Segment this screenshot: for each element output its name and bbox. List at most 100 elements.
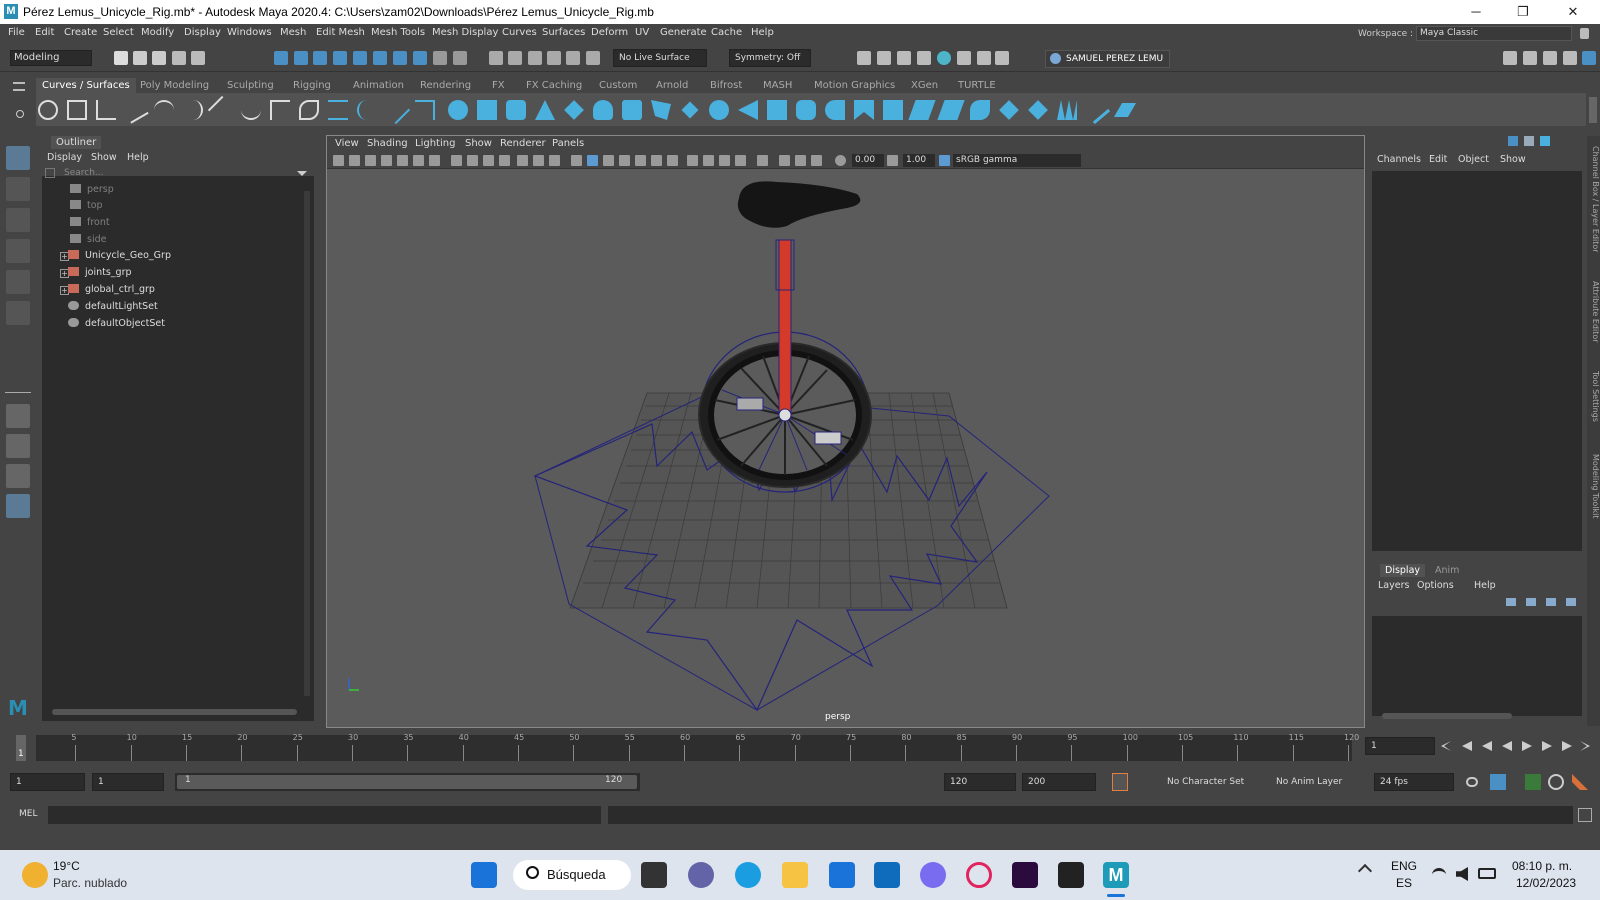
- save-scene-icon[interactable]: [152, 51, 166, 65]
- store-icon[interactable]: [874, 862, 900, 888]
- shelf-tab-motion-graphics[interactable]: Motion Graphics: [814, 80, 895, 91]
- outliner-item-side[interactable]: side: [70, 232, 106, 248]
- weather-icon[interactable]: [22, 862, 48, 888]
- outliner-vscroll[interactable]: [304, 191, 310, 696]
- xray-icon[interactable]: [757, 155, 768, 166]
- move-tool-icon[interactable]: [6, 239, 30, 263]
- birail-icon[interactable]: [738, 100, 758, 120]
- vp-menu-show[interactable]: Show: [465, 138, 492, 149]
- outliner-item-global-ctrl-grp[interactable]: global_ctrl_grp: [68, 282, 155, 298]
- workspace-select[interactable]: Maya Classic: [1416, 26, 1572, 41]
- menu-edit-mesh[interactable]: Edit Mesh: [316, 27, 365, 38]
- viewport-panel[interactable]: View Shading Lighting Show Renderer Pane…: [326, 135, 1365, 728]
- menu-help[interactable]: Help: [751, 27, 774, 38]
- outliner-item-top[interactable]: top: [70, 198, 103, 214]
- weather-temp[interactable]: 19°C: [53, 859, 80, 873]
- wireframe-icon[interactable]: [549, 155, 560, 166]
- xray-components-icon[interactable]: [795, 155, 806, 166]
- search-dropdown-icon[interactable]: [297, 171, 307, 176]
- paint-select-icon[interactable]: [6, 208, 30, 232]
- exposure-field[interactable]: 0.00: [852, 154, 884, 167]
- highlight-icon[interactable]: [453, 51, 467, 65]
- render-view-icon[interactable]: [857, 51, 871, 65]
- chevron-up-icon[interactable]: [1357, 863, 1373, 879]
- step-back-frame-icon[interactable]: [1482, 741, 1492, 751]
- gamma-field[interactable]: 1.00: [903, 154, 935, 167]
- vp-menu-lighting[interactable]: Lighting: [415, 138, 455, 149]
- textured-icon[interactable]: [619, 155, 630, 166]
- user-account-button[interactable]: SAMUEL PEREZ LEMU: [1045, 50, 1170, 68]
- lock-icon[interactable]: [1580, 28, 1589, 39]
- planar-icon[interactable]: [681, 101, 699, 119]
- outliner-item-unicycle-geo-grp[interactable]: Unicycle_Geo_Grp: [68, 248, 171, 264]
- lock-selection-icon[interactable]: [433, 51, 447, 65]
- extrude-icon[interactable]: [709, 100, 729, 120]
- mail-icon[interactable]: [829, 862, 855, 888]
- nurbs-torus-icon[interactable]: [593, 100, 613, 120]
- surface-edit-icon[interactable]: [1113, 103, 1137, 117]
- ipr-render-icon[interactable]: [897, 51, 911, 65]
- hypershade-icon[interactable]: [937, 51, 951, 65]
- backface-icon[interactable]: [811, 155, 822, 166]
- arc-icon[interactable]: [183, 100, 203, 120]
- menu-mesh-display[interactable]: Mesh Display: [432, 27, 498, 38]
- menu-modify[interactable]: Modify: [141, 27, 174, 38]
- xray-joints-icon[interactable]: [779, 155, 790, 166]
- menu-edit[interactable]: Edit: [35, 27, 54, 38]
- shelf-tab-mash[interactable]: MASH: [763, 80, 792, 91]
- menu-uv[interactable]: UV: [635, 27, 649, 38]
- field-chart-icon[interactable]: [499, 155, 510, 166]
- side-tab-channel-box[interactable]: Channel Box / Layer Editor: [1587, 146, 1600, 253]
- outliner-hscroll[interactable]: [52, 709, 297, 715]
- epic-launcher-icon[interactable]: [1058, 862, 1084, 888]
- use-lights-icon[interactable]: [635, 155, 646, 166]
- safe-action-icon[interactable]: [517, 155, 528, 166]
- sidebar-icon-1[interactable]: [1503, 51, 1517, 65]
- render-setup-icon[interactable]: [957, 51, 971, 65]
- outliner-item-persp[interactable]: persp: [70, 182, 114, 198]
- persp-outliner-icon[interactable]: [6, 464, 30, 488]
- shelf-settings-icon[interactable]: [16, 110, 24, 118]
- gate-mask-icon[interactable]: [483, 155, 494, 166]
- add-points-icon[interactable]: [381, 95, 411, 125]
- view-transform-select[interactable]: sRGB gamma: [953, 154, 1081, 167]
- sidebar-icon-3[interactable]: [1543, 51, 1557, 65]
- layer-tab-anim[interactable]: Anim: [1435, 565, 1459, 576]
- nurbs-sphere-icon[interactable]: [448, 100, 468, 120]
- offset-curve-icon[interactable]: [328, 100, 348, 120]
- shelf-tab-curves-surfaces[interactable]: Curves / Surfaces: [36, 78, 136, 93]
- outliner-layout-icon[interactable]: [6, 494, 30, 518]
- time-slider-track[interactable]: [16, 735, 1352, 761]
- light-editor-icon[interactable]: [977, 51, 991, 65]
- select-camera-icon[interactable]: [333, 155, 344, 166]
- outliner-item-joints-grp[interactable]: joints_grp: [68, 265, 132, 281]
- sound-icon[interactable]: [1525, 774, 1541, 790]
- nurbs-circle-icon[interactable]: [38, 100, 58, 120]
- scene-canvas[interactable]: [327, 170, 1364, 727]
- animation-end-field[interactable]: 200: [1022, 773, 1096, 791]
- range-handle-bar[interactable]: [177, 775, 637, 789]
- insert-knot-icon[interactable]: [270, 100, 290, 120]
- cb-expand-icon[interactable]: [1540, 136, 1550, 146]
- vp-menu-panels[interactable]: Panels: [552, 138, 584, 149]
- loop-icon[interactable]: [1466, 777, 1478, 787]
- maximize-button[interactable]: ❐: [1500, 2, 1546, 22]
- menu-mesh[interactable]: Mesh: [280, 27, 306, 38]
- close-button[interactable]: ✕: [1550, 2, 1596, 22]
- select-hierarchy-icon[interactable]: [274, 51, 288, 65]
- teams-icon[interactable]: [688, 862, 714, 888]
- menu-generate[interactable]: Generate: [660, 27, 707, 38]
- new-scene-icon[interactable]: [114, 51, 128, 65]
- shelf-tab-turtle[interactable]: TURTLE: [958, 80, 996, 91]
- edge-icon[interactable]: [735, 862, 761, 888]
- lang-code[interactable]: ENG: [1391, 859, 1417, 873]
- current-frame-field[interactable]: 1: [1365, 737, 1435, 755]
- extend-curve-icon[interactable]: [299, 100, 319, 120]
- undo-icon[interactable]: [172, 51, 186, 65]
- nurbs-cylinder-icon[interactable]: [506, 100, 526, 120]
- play-backward-icon[interactable]: [1502, 741, 1512, 751]
- volume-icon[interactable]: [1456, 867, 1468, 881]
- stitch-icon[interactable]: [1057, 100, 1077, 120]
- snap-point-icon[interactable]: [373, 51, 387, 65]
- vp-menu-renderer[interactable]: Renderer: [500, 138, 546, 149]
